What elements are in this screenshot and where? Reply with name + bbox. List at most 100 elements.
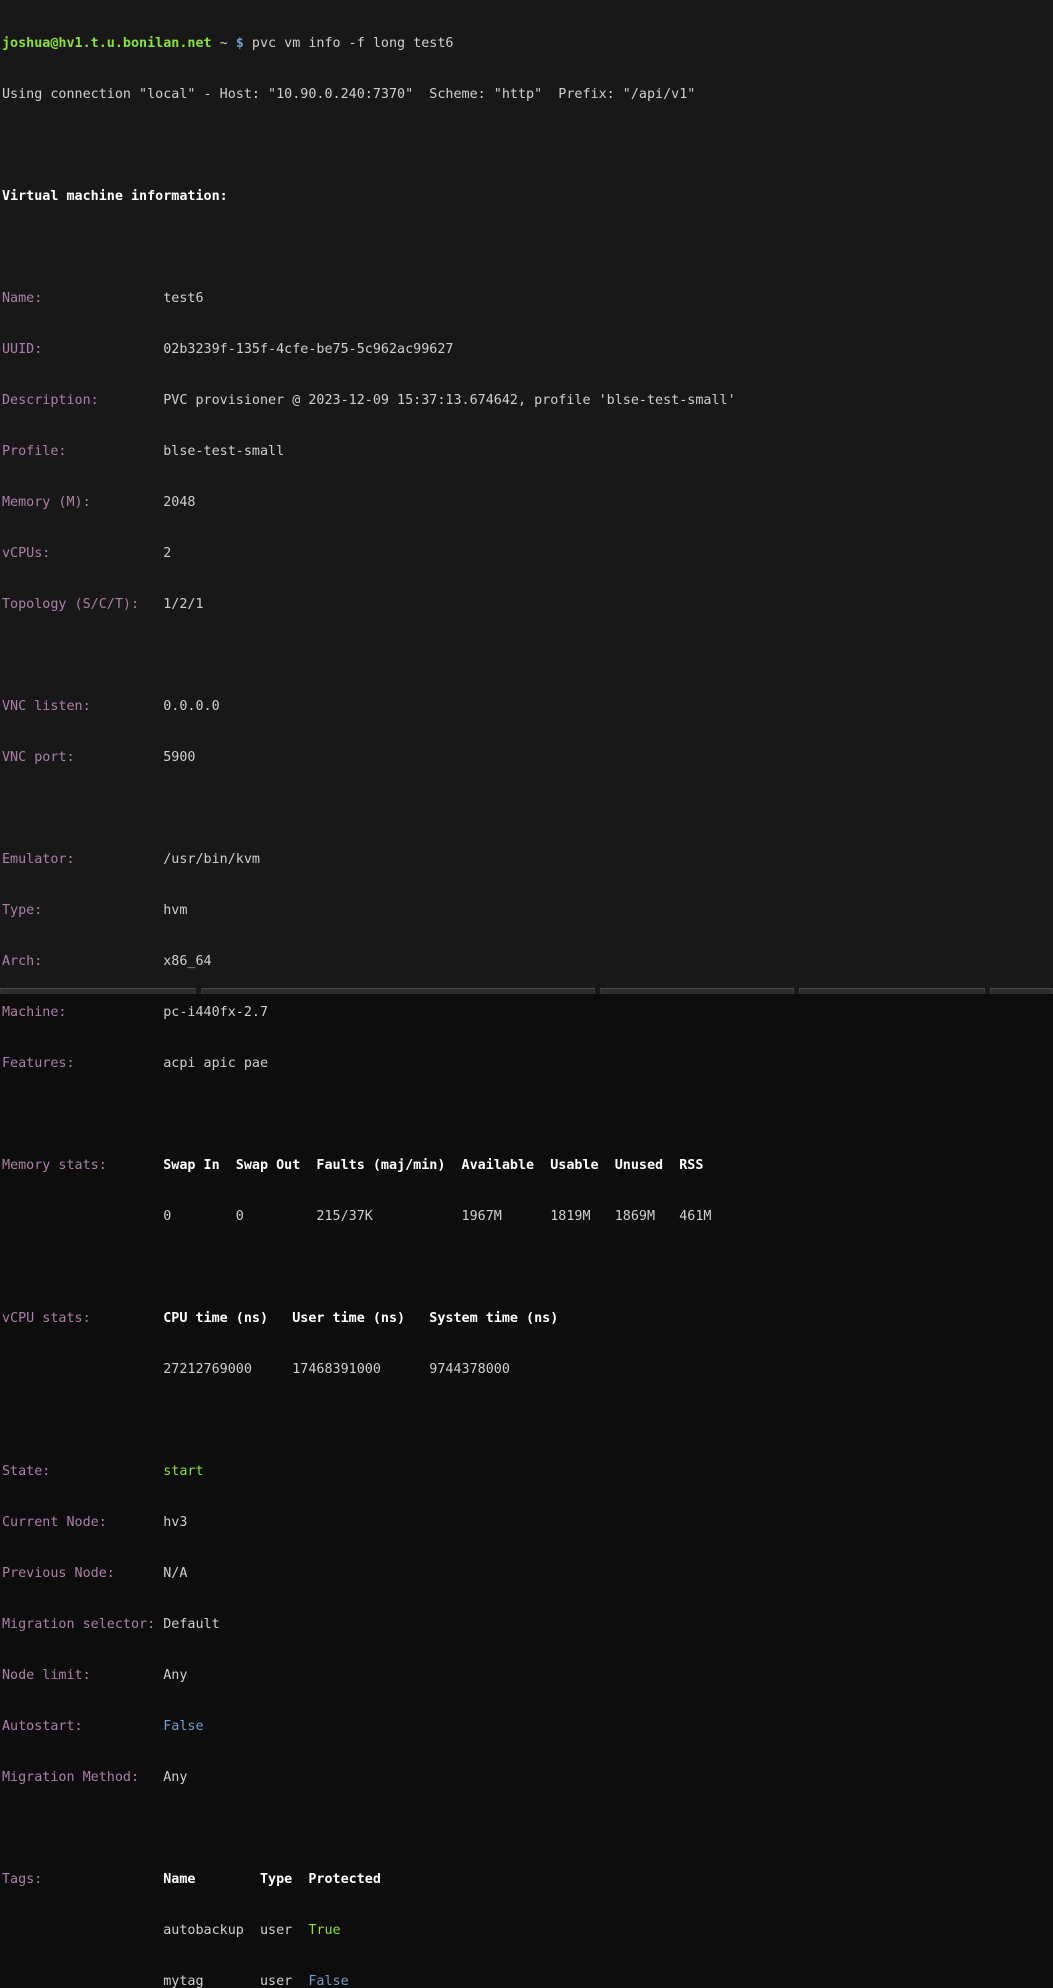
field-label: State: — [2, 1464, 163, 1479]
memory-stats-values-row: 0 0 215/37K 1967M 1819M 1869M 461M — [2, 1208, 1053, 1225]
tags-header-row: Tags: Name Type Protected — [2, 1871, 1053, 1888]
table-header-text: CPU time (ns) User time (ns) System time… — [163, 1311, 558, 1326]
field-row-state: State: start — [2, 1463, 1053, 1480]
field-row-topology: Topology (S/C/T): 1/2/1 — [2, 596, 1053, 613]
blank-line — [2, 800, 1053, 817]
table-row-text: 0 0 215/37K 1967M 1819M 1869M 461M — [2, 1209, 711, 1224]
blank-line — [2, 239, 1053, 256]
taskbar-button[interactable] — [201, 988, 596, 994]
taskbar-button[interactable] — [799, 988, 985, 994]
field-label: Description: — [2, 393, 163, 408]
field-row-name: Name: test6 — [2, 290, 1053, 307]
field-value: N/A — [163, 1566, 187, 1581]
field-value: PVC provisioner @ 2023-12-09 15:37:13.67… — [163, 393, 735, 408]
field-value: 2 — [163, 546, 171, 561]
field-value: blse-test-small — [163, 444, 284, 459]
field-row-memory: Memory (M): 2048 — [2, 494, 1053, 511]
memory-stats-header-row: Memory stats: Swap In Swap Out Faults (m… — [2, 1157, 1053, 1174]
blank-line — [2, 137, 1053, 154]
field-value: 02b3239f-135f-4cfe-be75-5c962ac99627 — [163, 342, 453, 357]
field-label: Arch: — [2, 954, 163, 969]
blank-line — [2, 1412, 1053, 1429]
field-label: Name: — [2, 291, 163, 306]
field-label: vCPU stats: — [2, 1311, 163, 1326]
connection-info-line: Using connection "local" - Host: "10.90.… — [2, 86, 1053, 103]
field-value: 5900 — [163, 750, 195, 765]
taskbar-button[interactable] — [600, 988, 794, 994]
table-row-text: autobackup user — [2, 1923, 308, 1938]
field-row-description: Description: PVC provisioner @ 2023-12-0… — [2, 392, 1053, 409]
field-label: Type: — [2, 903, 163, 918]
field-row-node-limit: Node limit: Any — [2, 1667, 1053, 1684]
field-row-uuid: UUID: 02b3239f-135f-4cfe-be75-5c962ac996… — [2, 341, 1053, 358]
field-label: Current Node: — [2, 1515, 163, 1530]
field-row-vcpus: vCPUs: 2 — [2, 545, 1053, 562]
field-label: Features: — [2, 1056, 163, 1071]
field-label: Profile: — [2, 444, 163, 459]
tag-row: mytag user False — [2, 1973, 1053, 1988]
field-label: Migration selector: — [2, 1617, 163, 1632]
field-label: VNC listen: — [2, 699, 163, 714]
field-value: 1/2/1 — [163, 597, 203, 612]
field-value: /usr/bin/kvm — [163, 852, 260, 867]
field-label: Previous Node: — [2, 1566, 163, 1581]
field-value: test6 — [163, 291, 203, 306]
field-value: acpi apic pae — [163, 1056, 268, 1071]
field-label: Autostart: — [2, 1719, 163, 1734]
field-row-emulator: Emulator: /usr/bin/kvm — [2, 851, 1053, 868]
field-value: 2048 — [163, 495, 195, 510]
terminal[interactable]: joshua@hv1.t.u.bonilan.net ~ $ pvc vm in… — [0, 0, 1053, 994]
field-value: Any — [163, 1668, 187, 1683]
field-row-current-node: Current Node: hv3 — [2, 1514, 1053, 1531]
taskbar-button[interactable] — [990, 988, 1053, 994]
connection-info-text: Using connection "local" - Host: "10.90.… — [2, 87, 695, 102]
state-value: start — [163, 1464, 203, 1479]
field-row-previous-node: Previous Node: N/A — [2, 1565, 1053, 1582]
prompt-command-line: joshua@hv1.t.u.bonilan.net ~ $ pvc vm in… — [2, 35, 1053, 52]
tag-protected-value: True — [308, 1923, 340, 1938]
field-label: Memory stats: — [2, 1158, 163, 1173]
field-label: Node limit: — [2, 1668, 163, 1683]
field-label: Topology (S/C/T): — [2, 597, 163, 612]
blank-line — [2, 1259, 1053, 1276]
field-label: VNC port: — [2, 750, 163, 765]
field-row-arch: Arch: x86_64 — [2, 953, 1053, 970]
field-value: Default — [163, 1617, 219, 1632]
prompt-separator: ~ — [212, 36, 236, 51]
vm-info-title: Virtual machine information: — [2, 188, 1053, 205]
taskbar-button[interactable] — [0, 988, 196, 994]
field-value: x86_64 — [163, 954, 211, 969]
vcpu-stats-values-row: 27212769000 17468391000 9744378000 — [2, 1361, 1053, 1378]
field-label: vCPUs: — [2, 546, 163, 561]
field-label: Emulator: — [2, 852, 163, 867]
field-value: 0.0.0.0 — [163, 699, 219, 714]
field-value: Any — [163, 1770, 187, 1785]
table-header-text: Swap In Swap Out Faults (maj/min) Availa… — [163, 1158, 703, 1173]
blank-line — [2, 1106, 1053, 1123]
field-row-vnc-listen: VNC listen: 0.0.0.0 — [2, 698, 1053, 715]
field-value: pc-i440fx-2.7 — [163, 1005, 268, 1020]
blank-line — [2, 1820, 1053, 1837]
field-row-migration-selector: Migration selector: Default — [2, 1616, 1053, 1633]
field-value: hv3 — [163, 1515, 187, 1530]
field-row-machine: Machine: pc-i440fx-2.7 — [2, 1004, 1053, 1021]
field-row-migration-method: Migration Method: Any — [2, 1769, 1053, 1786]
table-row-text: 27212769000 17468391000 9744378000 — [2, 1362, 510, 1377]
autostart-value: False — [163, 1719, 203, 1734]
blank-line — [2, 647, 1053, 664]
tag-row: autobackup user True — [2, 1922, 1053, 1939]
field-row-features: Features: acpi apic pae — [2, 1055, 1053, 1072]
field-label: UUID: — [2, 342, 163, 357]
vm-info-title-text: Virtual machine information: — [2, 189, 228, 204]
table-header-text: Name Type Protected — [163, 1872, 381, 1887]
tag-protected-value: False — [308, 1974, 348, 1988]
field-label: Tags: — [2, 1872, 163, 1887]
field-row-type: Type: hvm — [2, 902, 1053, 919]
field-label: Migration Method: — [2, 1770, 163, 1785]
field-row-profile: Profile: blse-test-small — [2, 443, 1053, 460]
prompt-user-host: joshua@hv1.t.u.bonilan.net — [2, 36, 212, 51]
field-row-autostart: Autostart: False — [2, 1718, 1053, 1735]
vcpu-stats-header-row: vCPU stats: CPU time (ns) User time (ns)… — [2, 1310, 1053, 1327]
command-text: pvc vm info -f long test6 — [244, 36, 454, 51]
prompt-symbol: $ — [236, 36, 244, 51]
